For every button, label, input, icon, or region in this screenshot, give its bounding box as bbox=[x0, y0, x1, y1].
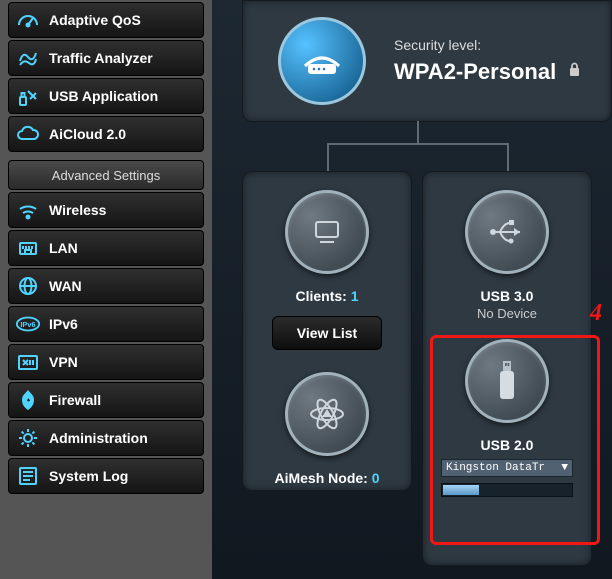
sidebar-item-aicloud-2-0[interactable]: AiCloud 2.0 bbox=[8, 116, 204, 152]
ipv6-icon: IPv6 bbox=[15, 311, 41, 337]
chevron-down-icon: ▼ bbox=[561, 462, 568, 474]
cloud-icon bbox=[15, 121, 41, 147]
usb-storage-progress bbox=[441, 483, 573, 497]
security-level-label: Security level: bbox=[394, 37, 581, 53]
sidebar-item-label: VPN bbox=[49, 354, 78, 370]
aimesh-label: AiMesh Node: 0 bbox=[251, 470, 403, 486]
sidebar-item-administration[interactable]: Administration bbox=[8, 420, 204, 456]
clients-label: Clients: 1 bbox=[251, 288, 403, 304]
clients-card: Clients: 1 View List AiMesh Node: 0 bbox=[242, 171, 412, 491]
dashboard-icon bbox=[15, 7, 41, 33]
router-icon bbox=[278, 17, 366, 105]
sidebar-item-label: WAN bbox=[49, 278, 82, 294]
sidebar-item-lan[interactable]: LAN bbox=[8, 230, 204, 266]
wireless-icon bbox=[15, 197, 41, 223]
usb-device-dropdown[interactable]: Kingston DataTr▼ bbox=[441, 459, 573, 477]
sidebar-item-usb-application[interactable]: USB Application bbox=[8, 78, 204, 114]
sidebar-item-label: Firewall bbox=[49, 392, 101, 408]
lock-icon bbox=[568, 57, 581, 83]
usb30-icon[interactable] bbox=[465, 190, 549, 274]
sidebar-item-label: Traffic Analyzer bbox=[49, 50, 153, 66]
sidebar-item-label: AiCloud 2.0 bbox=[49, 126, 126, 142]
vpn-icon bbox=[15, 349, 41, 375]
usb20-label: USB 2.0 bbox=[431, 437, 583, 453]
sidebar: Adaptive QoS Traffic Analyzer USB Applicat… bbox=[0, 0, 212, 579]
usb30-status: No Device bbox=[431, 306, 583, 321]
sidebar-item-system-log[interactable]: System Log bbox=[8, 458, 204, 494]
usb30-label: USB 3.0 bbox=[431, 288, 583, 304]
main-panel: Security level: WPA2-Personal Clients: 1… bbox=[212, 0, 612, 579]
traffic-icon bbox=[15, 45, 41, 71]
admin-icon bbox=[15, 425, 41, 451]
sidebar-item-adaptive-qos[interactable]: Adaptive QoS bbox=[8, 2, 204, 38]
firewall-icon bbox=[15, 387, 41, 413]
sidebar-item-label: IPv6 bbox=[49, 316, 78, 332]
usb-card: USB 3.0 No Device USB 2.0 Kingston DataT… bbox=[422, 171, 592, 566]
advanced-settings-header: Advanced Settings bbox=[8, 160, 204, 190]
view-list-button[interactable]: View List bbox=[272, 316, 382, 350]
sidebar-item-label: Wireless bbox=[49, 202, 106, 218]
clients-icon[interactable] bbox=[285, 190, 369, 274]
sidebar-item-label: System Log bbox=[49, 468, 128, 484]
usb20-icon[interactable] bbox=[465, 339, 549, 423]
security-level-value: WPA2-Personal bbox=[394, 57, 581, 85]
wan-icon bbox=[15, 273, 41, 299]
sidebar-item-wan[interactable]: WAN bbox=[8, 268, 204, 304]
sidebar-item-label: LAN bbox=[49, 240, 78, 256]
security-card[interactable]: Security level: WPA2-Personal bbox=[242, 0, 612, 122]
sidebar-item-label: Adaptive QoS bbox=[49, 12, 141, 28]
lan-icon bbox=[15, 235, 41, 261]
aimesh-icon[interactable] bbox=[285, 372, 369, 456]
sidebar-item-ipv6[interactable]: IPv6 IPv6 bbox=[8, 306, 204, 342]
sidebar-item-vpn[interactable]: VPN bbox=[8, 344, 204, 380]
sidebar-item-traffic-analyzer[interactable]: Traffic Analyzer bbox=[8, 40, 204, 76]
sidebar-item-firewall[interactable]: Firewall bbox=[8, 382, 204, 418]
sidebar-item-wireless[interactable]: Wireless bbox=[8, 192, 204, 228]
syslog-icon bbox=[15, 463, 41, 489]
sidebar-item-label: USB Application bbox=[49, 88, 158, 104]
sidebar-item-label: Administration bbox=[49, 430, 148, 446]
usb-app-icon bbox=[15, 83, 41, 109]
svg-text:IPv6: IPv6 bbox=[20, 320, 35, 329]
